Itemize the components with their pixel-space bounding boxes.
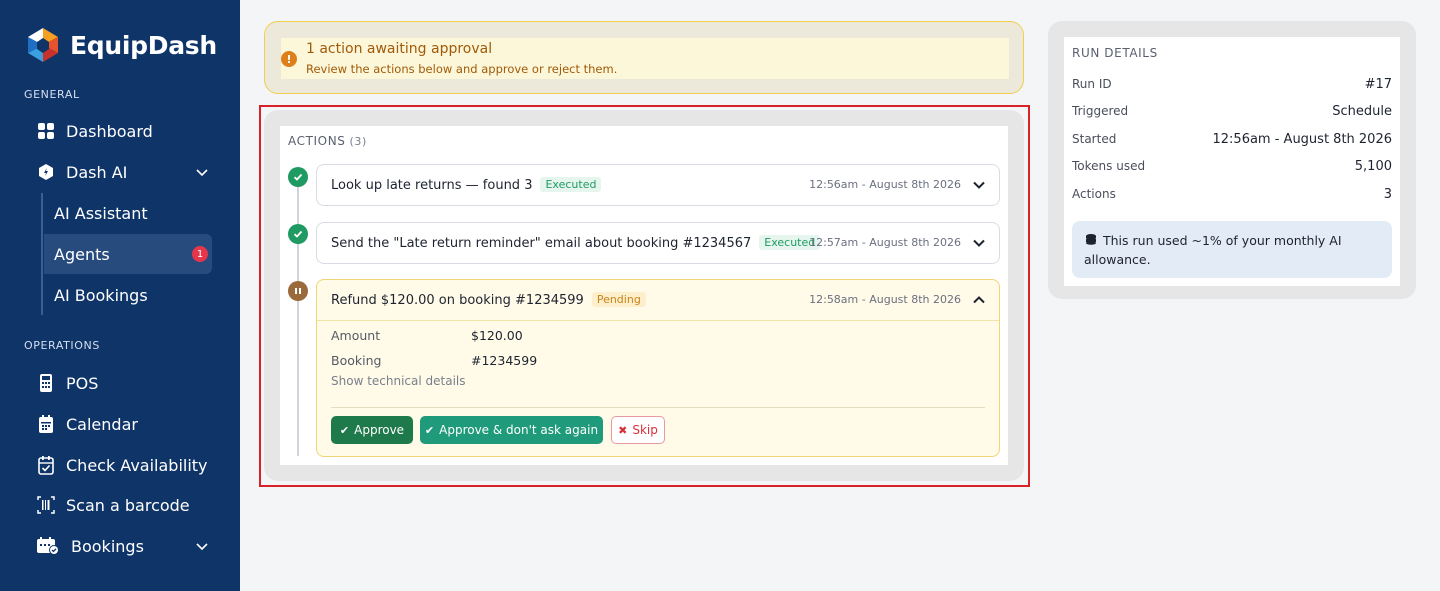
selection-highlight: [259, 105, 1030, 487]
run-id-label: Run ID: [1072, 77, 1112, 91]
nav-agents[interactable]: Agents 1: [44, 234, 212, 274]
sidebar: EquipDash GENERAL Dashboard Dash AI AI A…: [0, 0, 240, 591]
actions-count-value: 3: [1383, 187, 1392, 202]
pos-terminal-icon: [36, 373, 56, 393]
approval-alert-body: ! 1 action awaiting approval Review the …: [281, 38, 1009, 79]
nav-dash-ai[interactable]: Dash AI: [36, 155, 216, 189]
usage-note-label: This run used ~1% of your monthly AI all…: [1084, 233, 1342, 267]
grid-icon: [36, 121, 56, 141]
coins-icon: [1086, 234, 1096, 245]
run-details-title: RUN DETAILS: [1072, 46, 1158, 60]
nav-ai-assistant[interactable]: AI Assistant: [44, 193, 212, 233]
nav-scan-barcode[interactable]: Scan a barcode: [36, 488, 190, 522]
chevron-down-icon: [196, 169, 208, 177]
bookings-icon: [36, 536, 60, 556]
section-general: GENERAL: [24, 88, 80, 101]
started-label: Started: [1072, 132, 1117, 146]
nav-calendar[interactable]: Calendar: [36, 407, 138, 441]
nav-dash-ai-label: Dash AI: [66, 162, 128, 182]
calendar-icon: [36, 414, 56, 434]
section-operations: OPERATIONS: [24, 339, 100, 352]
nav-bookings[interactable]: Bookings: [36, 529, 216, 563]
nav-scan-barcode-label: Scan a barcode: [66, 495, 190, 515]
nav-agents-label: Agents: [54, 244, 110, 264]
submenu-rail: [41, 193, 43, 315]
nav-calendar-label: Calendar: [66, 414, 138, 434]
actions-count-label: Actions: [1072, 187, 1116, 201]
nav-ai-bookings[interactable]: AI Bookings: [44, 275, 212, 315]
approval-alert: ! 1 action awaiting approval Review the …: [264, 21, 1024, 94]
nav-bookings-label: Bookings: [71, 536, 144, 556]
usage-note-text: This run used ~1% of your monthly AI all…: [1084, 231, 1384, 269]
alert-subtitle: Review the actions below and approve or …: [306, 62, 618, 76]
calendar-check-icon: [36, 455, 56, 475]
triggered-label: Triggered: [1072, 104, 1129, 118]
ai-shield-icon: [36, 162, 56, 182]
tokens-used-value: 5,100: [1354, 159, 1392, 174]
equipdash-logo-icon: [28, 28, 58, 62]
alert-title: 1 action awaiting approval: [306, 41, 493, 57]
warning-icon: !: [281, 51, 297, 67]
chevron-down-icon: [196, 543, 208, 551]
nav-check-availability[interactable]: Check Availability: [36, 448, 208, 482]
started-value: 12:56am - August 8th 2026: [1212, 132, 1393, 147]
nav-dashboard-label: Dashboard: [66, 121, 153, 141]
nav-check-availability-label: Check Availability: [66, 455, 208, 475]
agents-count-badge: 1: [192, 246, 208, 262]
nav-pos[interactable]: POS: [36, 366, 98, 400]
brand-name: EquipDash: [70, 30, 217, 60]
brand-logo[interactable]: EquipDash: [24, 26, 217, 64]
triggered-value: Schedule: [1332, 104, 1392, 119]
run-id-value: #17: [1364, 77, 1392, 92]
nav-dashboard[interactable]: Dashboard: [36, 114, 153, 148]
barcode-scan-icon: [36, 495, 56, 515]
usage-note: This run used ~1% of your monthly AI all…: [1072, 221, 1392, 278]
run-details-card: RUN DETAILS Run ID #17 Triggered Schedul…: [1064, 37, 1400, 286]
tokens-used-label: Tokens used: [1072, 159, 1146, 173]
nav-pos-label: POS: [66, 373, 99, 393]
